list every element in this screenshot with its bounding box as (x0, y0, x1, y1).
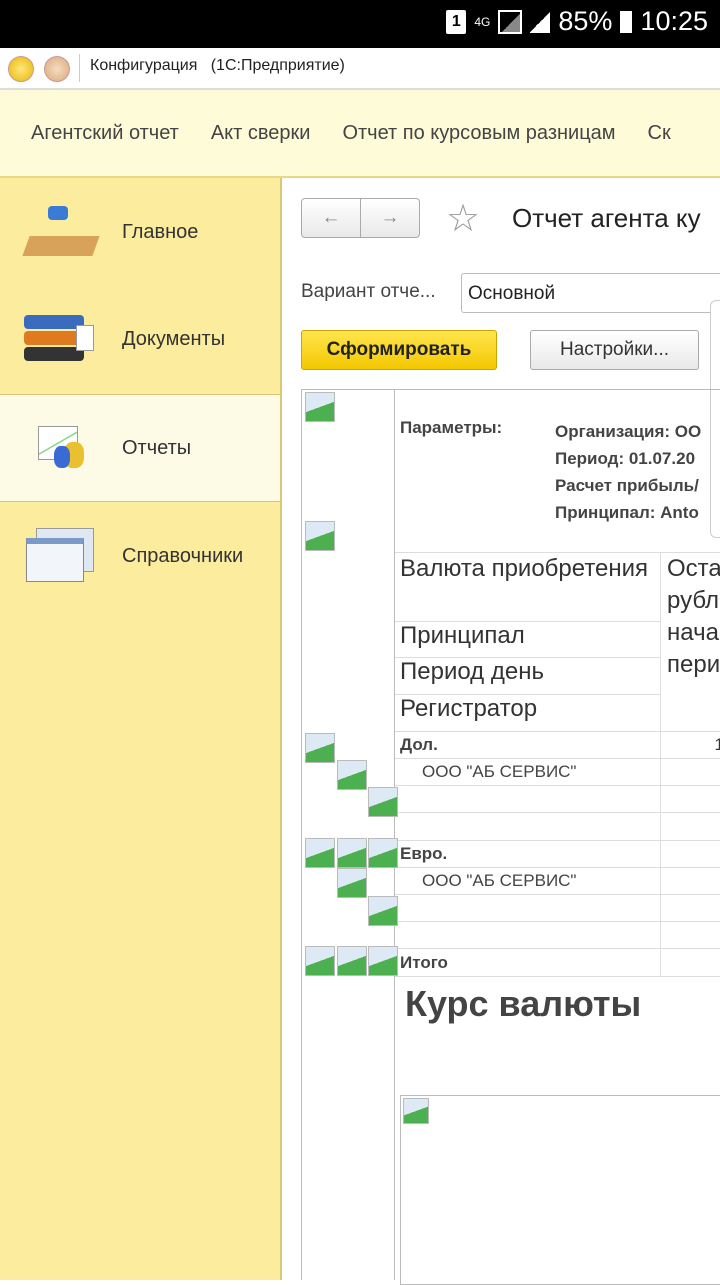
sidebar-item-label: Справочники (122, 544, 244, 567)
table-row-label[interactable]: Дол. (395, 732, 661, 759)
group-toggle-image-icon[interactable] (337, 760, 367, 790)
sim-icon: 1 (446, 9, 467, 34)
variant-label: Вариант отче... (301, 281, 436, 302)
sidebar-item-catalogs[interactable]: Справочники (0, 502, 280, 610)
group-toggle-image-icon[interactable] (337, 838, 367, 868)
table-row-value[interactable] (661, 841, 720, 868)
desk-lamp-icon (22, 200, 102, 264)
group-toggle-image-icon[interactable] (368, 896, 398, 926)
catalog-windows-icon (22, 524, 102, 588)
clock: 10:25 (640, 6, 708, 36)
sidebar-item-documents[interactable]: Документы (0, 285, 280, 393)
sidebar: Главное Документы Отчеты Справочники (0, 178, 282, 1280)
generate-label: Сформировать (326, 339, 472, 360)
status-bar: 1 4G 85% 10:25 (0, 0, 720, 48)
table-row-value[interactable] (661, 895, 720, 923)
header-period-day: Период день (395, 658, 661, 695)
table-row-value[interactable] (661, 786, 720, 814)
table-row-label[interactable] (395, 786, 661, 814)
section-title: Курс валюты (405, 983, 642, 1024)
table-row-value[interactable]: 1 (661, 732, 720, 759)
header-principal: Принципал (395, 622, 661, 658)
back-button[interactable]: ← (301, 198, 361, 238)
table-row-label[interactable]: ООО "АБ СЕРВИС" (395, 759, 661, 787)
table-row-label[interactable] (395, 895, 661, 923)
battery-icon (620, 10, 633, 33)
table-row-value[interactable] (661, 868, 720, 895)
table-row-label[interactable]: Евро. (395, 840, 661, 868)
variant-input[interactable]: Основной (461, 273, 720, 313)
battery-percent: 85% (558, 6, 613, 36)
header-balance-line: рубл (667, 587, 720, 614)
header-currency: Валюта приобретения (395, 552, 661, 622)
chart-placeholder (400, 1095, 720, 1285)
signal-icon (498, 9, 523, 34)
arrow-right-icon: → (380, 207, 400, 228)
param-organization: Организация: ОО (555, 422, 702, 441)
generate-button[interactable]: Сформировать (301, 330, 497, 370)
broken-image-icon (403, 1098, 429, 1124)
group-toggle-image-icon[interactable] (305, 733, 335, 763)
sidebar-item-reports[interactable]: Отчеты (0, 394, 280, 502)
header-registrar: Регистратор (395, 695, 661, 732)
window-title: Конфигурация (1С:Предприятие) (90, 57, 345, 74)
table-row-label[interactable] (395, 922, 661, 950)
top-menu: Агентский отчет Акт сверки Отчет по курс… (0, 90, 720, 178)
group-toggle-image-icon[interactable] (337, 868, 367, 898)
form-title: Отчет агента ку (512, 203, 701, 233)
group-toggle-image-icon[interactable] (368, 946, 398, 976)
title-bar: Конфигурация (1С:Предприятие) (0, 48, 720, 90)
table-row-value[interactable] (661, 814, 720, 841)
menu-item-agent-report[interactable]: Агентский отчет (31, 122, 179, 145)
group-toggle-image-icon[interactable] (305, 838, 335, 868)
1c-logo-icon[interactable] (8, 56, 34, 82)
params-label: Параметры: (400, 418, 503, 437)
table-row-label[interactable]: Итого (395, 949, 661, 977)
table-row-value[interactable] (661, 759, 720, 787)
group-toggle-image-icon[interactable] (305, 521, 335, 551)
arrow-left-icon: ← (321, 207, 341, 228)
forward-button[interactable]: → (360, 198, 420, 238)
group-toggle-image-icon[interactable] (305, 392, 335, 422)
folders-icon (22, 307, 102, 371)
header-balance: Оста рубл нача пери (661, 552, 720, 732)
favorite-star-icon[interactable]: ☆ (446, 196, 480, 241)
main-menu-icon[interactable] (44, 56, 70, 82)
menu-item-exchange-diff[interactable]: Отчет по курсовым разницам (342, 122, 615, 145)
table-row-value[interactable] (661, 922, 720, 950)
group-toggle-image-icon[interactable] (305, 946, 335, 976)
settings-button[interactable]: Настройки... (530, 330, 699, 370)
group-toggle-image-icon[interactable] (368, 838, 398, 868)
chart-icon (22, 416, 102, 480)
menu-item-more[interactable]: Ск (648, 122, 671, 145)
param-profit-calc: Расчет прибыль/ (555, 476, 699, 495)
sidebar-item-label: Отчеты (122, 436, 192, 459)
menu-item-reconciliation[interactable]: Акт сверки (211, 122, 311, 145)
network-type: 4G (474, 14, 491, 29)
signal-icon-2 (530, 10, 551, 33)
variant-value: Основной (468, 283, 556, 304)
sidebar-item-main[interactable]: Главное (0, 178, 280, 286)
table-row-value[interactable] (661, 950, 720, 977)
sidebar-item-label: Главное (122, 220, 199, 243)
table-row-label[interactable]: ООО "АБ СЕРВИС" (395, 868, 661, 895)
header-balance-line: Оста (667, 555, 720, 582)
param-period: Период: 01.07.20 (555, 449, 696, 468)
sidebar-item-label: Документы (122, 327, 226, 350)
header-balance-line: нача (667, 619, 719, 646)
group-toggle-image-icon[interactable] (337, 946, 367, 976)
params-list: Организация: ОО Период: 01.07.20 Расчет … (555, 418, 701, 526)
settings-label: Настройки... (560, 339, 669, 360)
group-toggle-image-icon[interactable] (368, 787, 398, 817)
table-row-label[interactable] (395, 813, 661, 841)
header-balance-line: пери (667, 651, 720, 678)
param-principal: Принципал: Anto (555, 503, 699, 522)
